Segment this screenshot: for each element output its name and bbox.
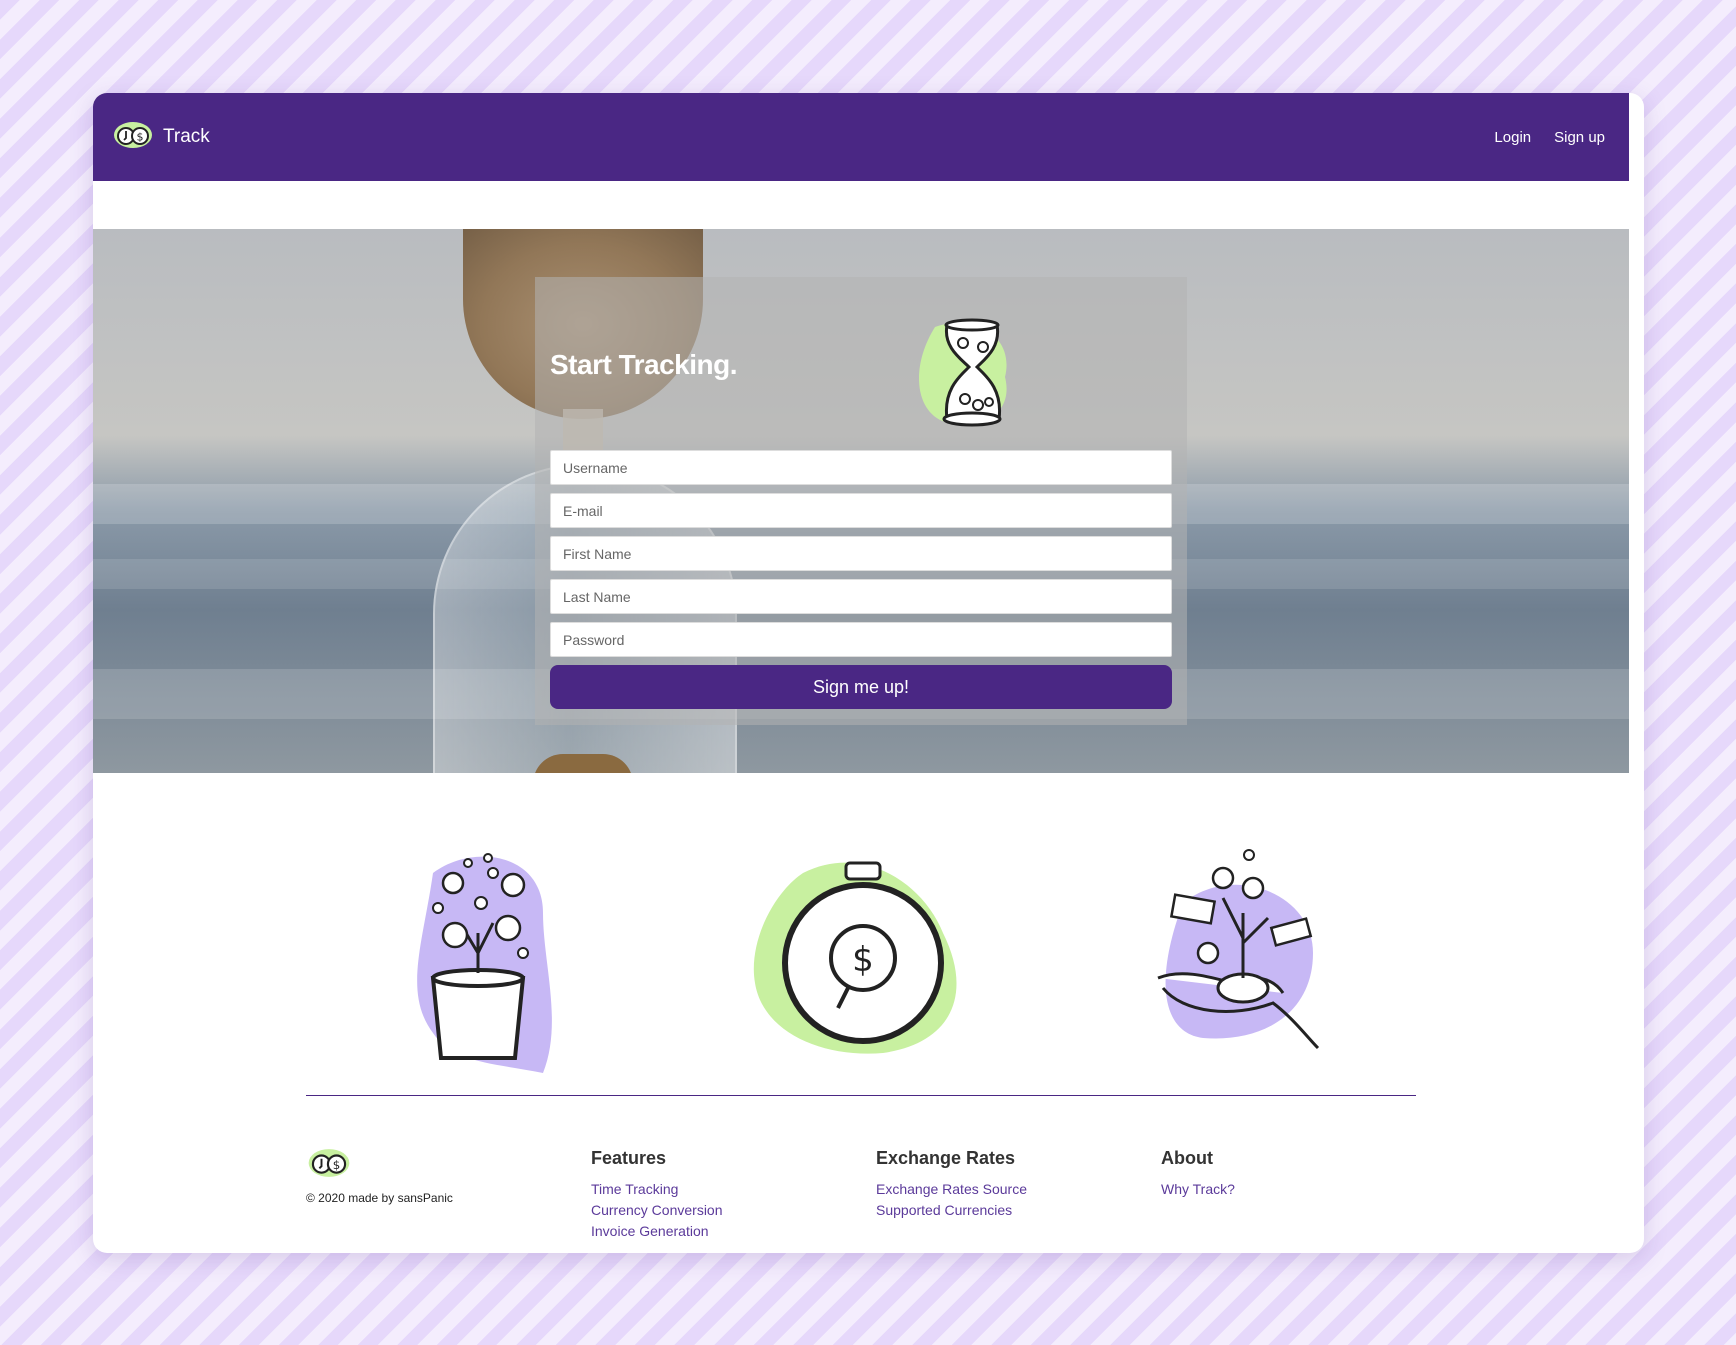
login-link[interactable]: Login — [1494, 129, 1531, 146]
hand-money-tree-icon — [1143, 843, 1343, 1083]
last-name-input[interactable] — [550, 579, 1172, 614]
first-name-input[interactable] — [550, 536, 1172, 571]
signup-link[interactable]: Sign up — [1554, 129, 1605, 146]
nav-links: Login Sign up — [1494, 129, 1605, 146]
footer-link-why-track[interactable]: Why Track? — [1161, 1179, 1235, 1200]
svg-text:$: $ — [137, 130, 144, 143]
username-input[interactable] — [550, 450, 1172, 485]
svg-text:$: $ — [852, 940, 874, 980]
logo-icon: $ — [113, 121, 153, 154]
signup-submit-button[interactable]: Sign me up! — [550, 665, 1172, 709]
svg-text:$: $ — [333, 1158, 341, 1172]
hero-section: Start Tracking. Sign me up! — [93, 229, 1629, 773]
browser-window: $ Track Login Sign up Start Tracking. Us… — [93, 93, 1644, 1253]
footer-heading-about: About — [1161, 1148, 1213, 1168]
footer-heading-features: Features — [591, 1148, 667, 1168]
signup-title: Start Tracking. — [550, 349, 738, 380]
footer-link-invoice-generation[interactable]: Invoice Generation — [591, 1221, 723, 1242]
top-navbar: $ Track Login Sign up — [93, 93, 1629, 181]
password-input[interactable] — [550, 622, 1172, 657]
brand-title: Track — [163, 126, 210, 147]
footer-link-currency-conversion[interactable]: Currency Conversion — [591, 1200, 723, 1221]
hourglass-icon — [905, 307, 1025, 437]
footer-col-exchange-rates: Exchange Rates Exchange Rates Source Sup… — [876, 1148, 1027, 1221]
footer-link-exchange-rates-source[interactable]: Exchange Rates Source — [876, 1179, 1027, 1200]
footer-link-time-tracking[interactable]: Time Tracking — [591, 1179, 723, 1200]
stopwatch-dollar-icon: $ — [743, 843, 957, 1083]
footer-col-about: About Why Track? — [1161, 1148, 1235, 1200]
logo-icon: $ — [306, 1149, 352, 1182]
money-plant-icon — [393, 843, 593, 1083]
brand-link[interactable]: $ Track — [113, 121, 210, 154]
feature-illustrations: $ — [93, 843, 1629, 1083]
signup-form: Start Tracking. Sign me up! — [535, 277, 1187, 725]
copyright-text: © 2020 made by sansPanic — [306, 1191, 453, 1205]
footer-divider — [306, 1095, 1416, 1096]
footer-link-supported-currencies[interactable]: Supported Currencies — [876, 1200, 1027, 1221]
footer-brand: $ © 2020 made by sansPanic — [306, 1148, 453, 1205]
footer-heading-exchange-rates: Exchange Rates — [876, 1148, 1016, 1168]
footer-col-features: Features Time Tracking Currency Conversi… — [591, 1148, 723, 1242]
email-input[interactable] — [550, 493, 1172, 528]
